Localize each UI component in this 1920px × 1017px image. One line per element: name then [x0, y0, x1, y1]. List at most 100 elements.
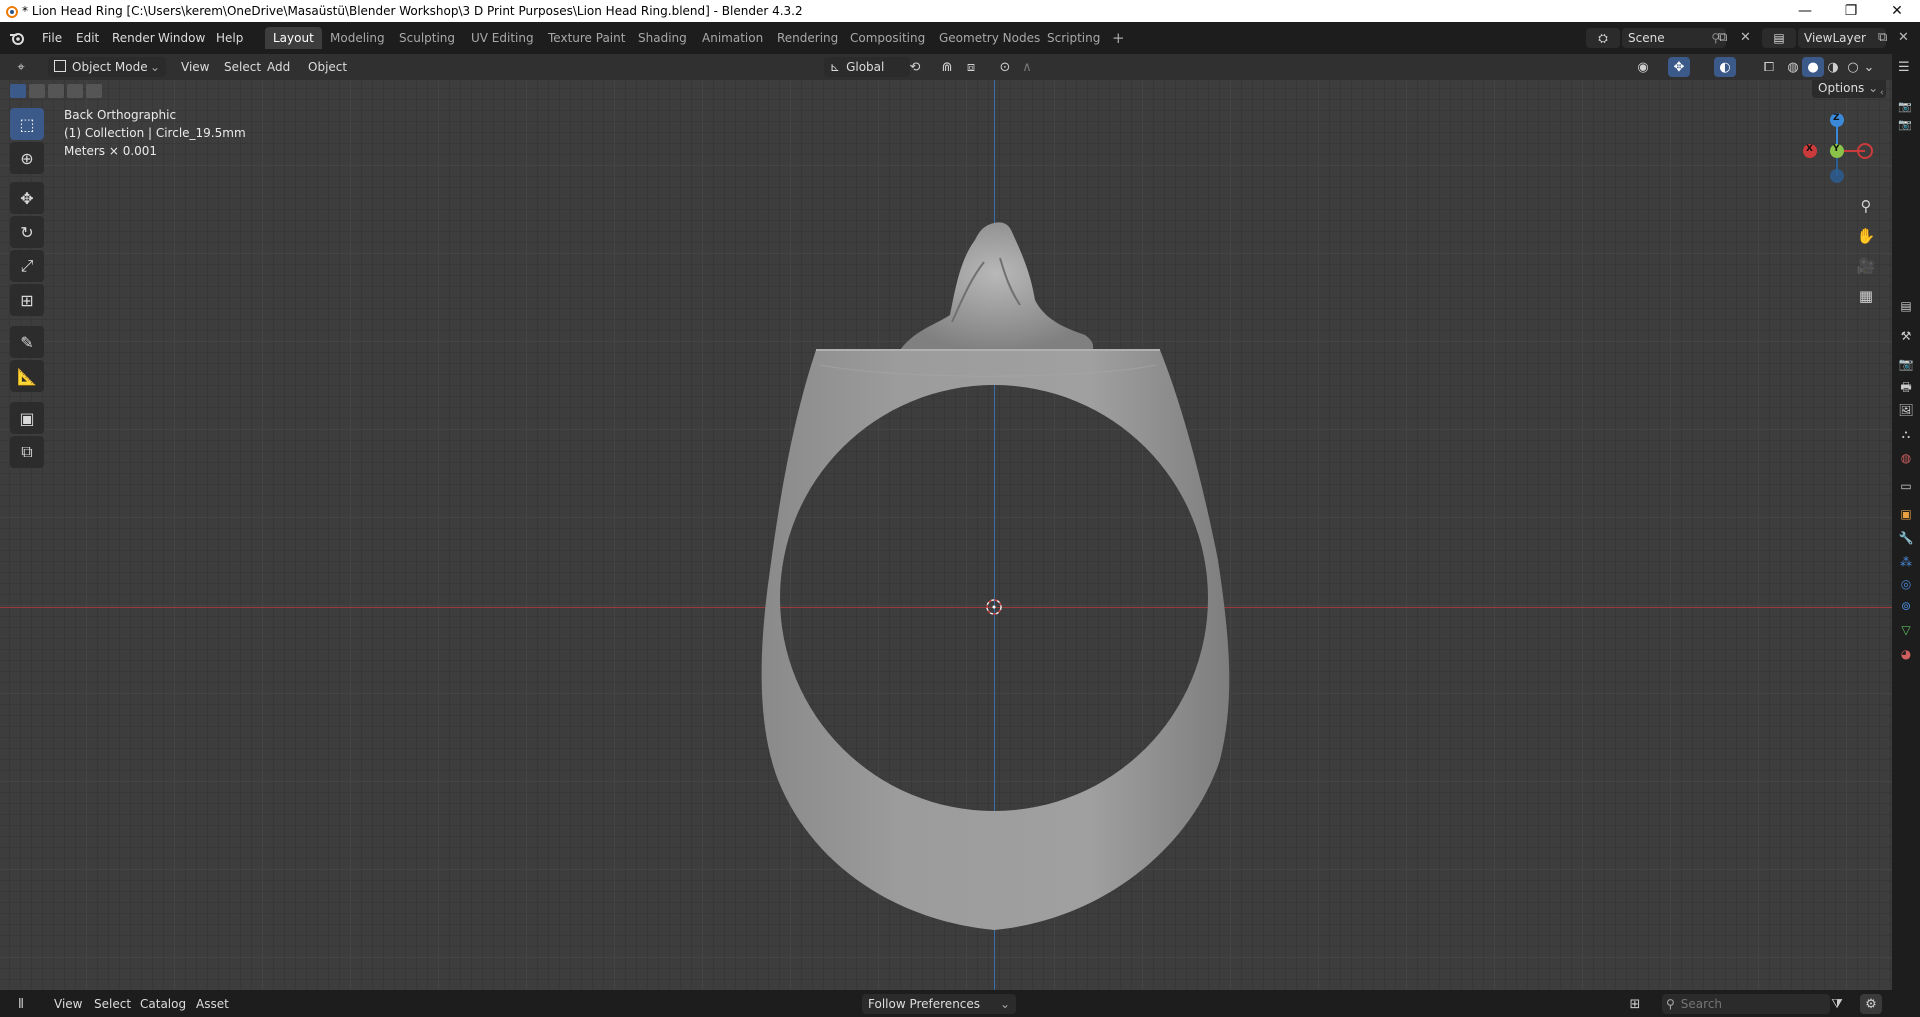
physics-properties-icon[interactable]: ◎ — [1898, 576, 1914, 592]
scene-name-field[interactable]: Scene ⚲ — [1622, 28, 1726, 48]
viewport-menu-view[interactable]: View — [175, 57, 215, 77]
editor-type-icon[interactable]: ⌖ — [10, 57, 32, 77]
remove-view-layer-icon[interactable]: ✕ — [1898, 30, 1914, 46]
view-layer-field[interactable]: ViewLayer — [1798, 28, 1886, 48]
asset-library-dropdown[interactable]: Follow Preferences ⌄ — [862, 994, 1016, 1014]
scene-selector-icon[interactable]: ⛭ — [1586, 28, 1620, 48]
annotate-tool[interactable]: ✎ — [10, 326, 44, 358]
viewport-menu-select[interactable]: Select — [218, 57, 267, 77]
render-properties-icon[interactable]: 📷 — [1898, 356, 1914, 372]
select-box-tool[interactable]: ⬚ — [10, 108, 44, 140]
tab-compositing[interactable]: Compositing — [842, 27, 933, 49]
tab-geometry-nodes[interactable]: Geometry Nodes — [931, 27, 1048, 49]
transform-orientation-dropdown[interactable]: ⊾ Global — [824, 57, 910, 77]
tab-animation[interactable]: Animation — [694, 27, 771, 49]
rendered-shading-icon[interactable]: ○ — [1842, 57, 1864, 77]
3d-viewport[interactable]: ⬚ ⊕ ✥ ↻ ⤢ ⊞ ✎ 📐 ▣ ⧉ Back Orthographic (1… — [0, 80, 1892, 990]
shading-options-chevron-icon[interactable]: ⌄ — [1862, 57, 1876, 77]
maximize-button[interactable]: ❐ — [1828, 0, 1874, 22]
tab-rendering[interactable]: Rendering — [769, 27, 846, 49]
wireframe-shading-icon[interactable]: ◍ — [1782, 57, 1804, 77]
world-properties-icon[interactable]: ◍ — [1898, 450, 1914, 466]
transform-tool[interactable]: ⊞ — [10, 284, 44, 316]
camera-view-icon[interactable]: 🎥 — [1852, 252, 1880, 280]
minimize-button[interactable]: — — [1782, 0, 1828, 22]
falloff-icon[interactable]: ∧ — [1016, 57, 1038, 77]
select-new-icon[interactable] — [10, 84, 26, 98]
select-invert-icon[interactable] — [67, 84, 83, 98]
asset-menu-asset[interactable]: Asset — [190, 994, 235, 1014]
menu-edit[interactable]: Edit — [70, 28, 105, 48]
zoom-icon[interactable]: ⚲ — [1852, 192, 1880, 220]
close-button[interactable]: ✕ — [1874, 0, 1920, 22]
tool-properties-icon[interactable]: ⚒ — [1898, 328, 1914, 344]
3d-cursor-icon[interactable] — [983, 596, 1005, 618]
menu-window[interactable]: Window — [152, 28, 211, 48]
asset-search-input[interactable] — [1678, 996, 1813, 1012]
view-layer-selector-icon[interactable]: ▤ — [1762, 28, 1796, 48]
move-tool[interactable]: ✥ — [10, 182, 44, 214]
proportional-editing-icon[interactable]: ⊙ — [994, 57, 1016, 77]
tab-scripting[interactable]: Scripting — [1039, 27, 1108, 49]
tab-texture-paint[interactable]: Texture Paint — [540, 27, 633, 49]
lion-head-ring-model[interactable] — [700, 140, 1300, 950]
navigation-gizmo[interactable]: Z Y X — [1794, 106, 1884, 186]
data-properties-icon[interactable]: ▽ — [1898, 622, 1914, 638]
material-properties-icon[interactable]: ◕ — [1898, 646, 1914, 662]
snap-target-icon[interactable]: ⧈ — [960, 57, 982, 77]
asset-search-field[interactable]: ⚲ — [1662, 994, 1830, 1014]
add-cube-tool[interactable]: ▣ — [10, 402, 44, 434]
asset-menu-view[interactable]: View — [48, 994, 88, 1014]
asset-menu-catalog[interactable]: Catalog — [134, 994, 192, 1014]
select-extend-icon[interactable] — [29, 84, 45, 98]
xray-toggle-icon[interactable]: ⧠ — [1758, 57, 1780, 77]
solid-shading-icon[interactable]: ● — [1802, 57, 1824, 77]
scene-properties-icon[interactable]: ⛬ — [1898, 426, 1914, 442]
tab-modeling[interactable]: Modeling — [322, 27, 393, 49]
material-preview-shading-icon[interactable]: ◑ — [1822, 57, 1844, 77]
filter-icon[interactable]: ⧩ — [1826, 994, 1848, 1014]
measure-tool[interactable]: 📐 — [10, 360, 44, 392]
asset-menu-select[interactable]: Select — [88, 994, 137, 1014]
new-view-layer-icon[interactable]: ⧉ — [1878, 30, 1894, 46]
rotate-tool[interactable]: ↻ — [10, 216, 44, 248]
blender-menu-icon[interactable] — [8, 29, 26, 47]
properties-editor-icon[interactable]: ▤ — [1898, 298, 1914, 314]
sidebar-toggle-icon[interactable]: ‹ — [1880, 88, 1888, 98]
object-properties-icon[interactable]: ▣ — [1898, 506, 1914, 522]
toggle-perspective-grid-icon[interactable]: ▦ — [1852, 282, 1880, 310]
cursor-tool[interactable]: ⊕ — [10, 142, 44, 174]
tab-uv-editing[interactable]: UV Editing — [463, 27, 542, 49]
select-intersect-icon[interactable] — [86, 84, 102, 98]
output-properties-icon[interactable]: 🖶 — [1898, 380, 1914, 396]
pivot-point-icon[interactable]: ⟲ — [904, 57, 926, 77]
collection-properties-icon[interactable]: ▭ — [1898, 478, 1914, 494]
viewport-menu-object[interactable]: Object — [302, 57, 353, 77]
viewport-menu-add[interactable]: Add — [261, 57, 296, 77]
outliner-icon[interactable]: ☰ — [1898, 60, 1914, 76]
display-mode-icon[interactable]: ⊞ — [1624, 994, 1646, 1014]
menu-file[interactable]: File — [36, 28, 68, 48]
menu-help[interactable]: Help — [210, 28, 249, 48]
new-scene-icon[interactable]: ⧉ — [1718, 30, 1734, 46]
asset-editor-type-icon[interactable]: ⫴ — [10, 994, 32, 1014]
visibility-eye-icon[interactable]: ◉ — [1632, 57, 1654, 77]
overlays-toggle-icon[interactable]: ◐ — [1714, 57, 1736, 77]
modifier-properties-icon[interactable]: 🔧 — [1898, 530, 1914, 546]
add-workspace-button[interactable]: + — [1104, 27, 1133, 49]
tab-layout[interactable]: Layout — [265, 27, 322, 49]
tab-sculpting[interactable]: Sculpting — [391, 27, 463, 49]
select-subtract-icon[interactable] — [48, 84, 64, 98]
tab-shading[interactable]: Shading — [630, 27, 695, 49]
constraints-properties-icon[interactable]: ⊚ — [1898, 598, 1914, 614]
snap-icon[interactable]: ⋒ — [936, 57, 958, 77]
extrude-tool[interactable]: ⧉ — [10, 436, 44, 468]
settings-gear-icon[interactable]: ⚙ — [1860, 994, 1882, 1014]
mode-dropdown[interactable]: Object Mode ⌄ — [48, 57, 166, 77]
scale-tool[interactable]: ⤢ — [10, 250, 44, 282]
options-dropdown[interactable]: Options ⌄ — [1812, 80, 1886, 98]
view-layer-properties-icon[interactable]: 🖼 — [1898, 402, 1914, 418]
delete-scene-icon[interactable]: ✕ — [1740, 30, 1756, 46]
camera-icon[interactable]: 📷 — [1898, 100, 1914, 116]
camera-icon-2[interactable]: 📷 — [1898, 118, 1914, 134]
